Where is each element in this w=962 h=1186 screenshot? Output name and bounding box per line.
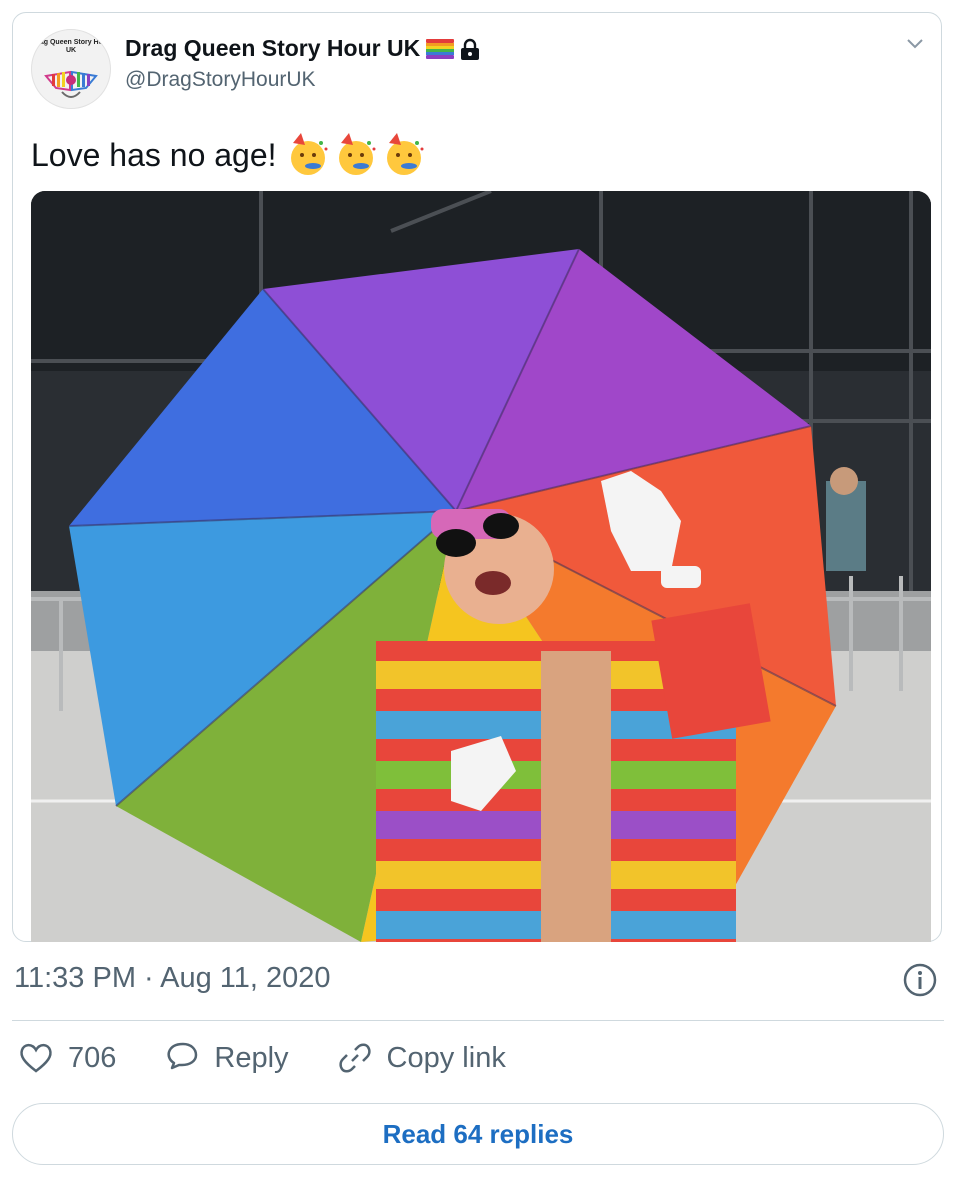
heart-icon [20, 1043, 52, 1073]
photo-image [31, 191, 931, 942]
link-icon [338, 1043, 371, 1073]
tweet-photo[interactable] [31, 191, 931, 942]
info-icon[interactable] [902, 962, 938, 998]
like-count: 706 [68, 1041, 117, 1074]
read-replies-button[interactable]: Read 64 replies [12, 1103, 944, 1165]
like-button[interactable]: 706 [18, 1040, 116, 1076]
partying-face-emoji-icon [386, 133, 424, 175]
copy-link-label: Copy link [386, 1041, 506, 1074]
partying-face-emoji-icon [338, 133, 376, 175]
author-handle[interactable]: @DragStoryHourUK [125, 68, 316, 92]
partying-face-emoji-icon [290, 133, 328, 175]
avatar[interactable]: Drag Queen Story Hour UK [31, 29, 111, 109]
speech-bubble-icon [167, 1042, 198, 1070]
chevron-down-icon[interactable] [903, 31, 927, 55]
action-bar: 706 Reply Copy link [18, 1040, 554, 1076]
reply-label: Reply [214, 1041, 289, 1074]
rainbow-flag-icon [426, 38, 455, 59]
lock-icon [461, 38, 480, 60]
tweet-text: Love has no age! [31, 136, 277, 173]
book-logo-icon [44, 70, 98, 98]
author-name[interactable]: Drag Queen Story Hour UK [125, 35, 420, 62]
tweet-timestamp[interactable]: 11:33 PM · Aug 11, 2020 [14, 962, 331, 995]
copy-link-button[interactable]: Copy link [337, 1040, 506, 1076]
tweet-card[interactable]: Drag Queen Story Hour UK Drag Queen Stor… [12, 12, 942, 942]
reply-button[interactable]: Reply [164, 1040, 289, 1076]
divider [12, 1020, 944, 1021]
